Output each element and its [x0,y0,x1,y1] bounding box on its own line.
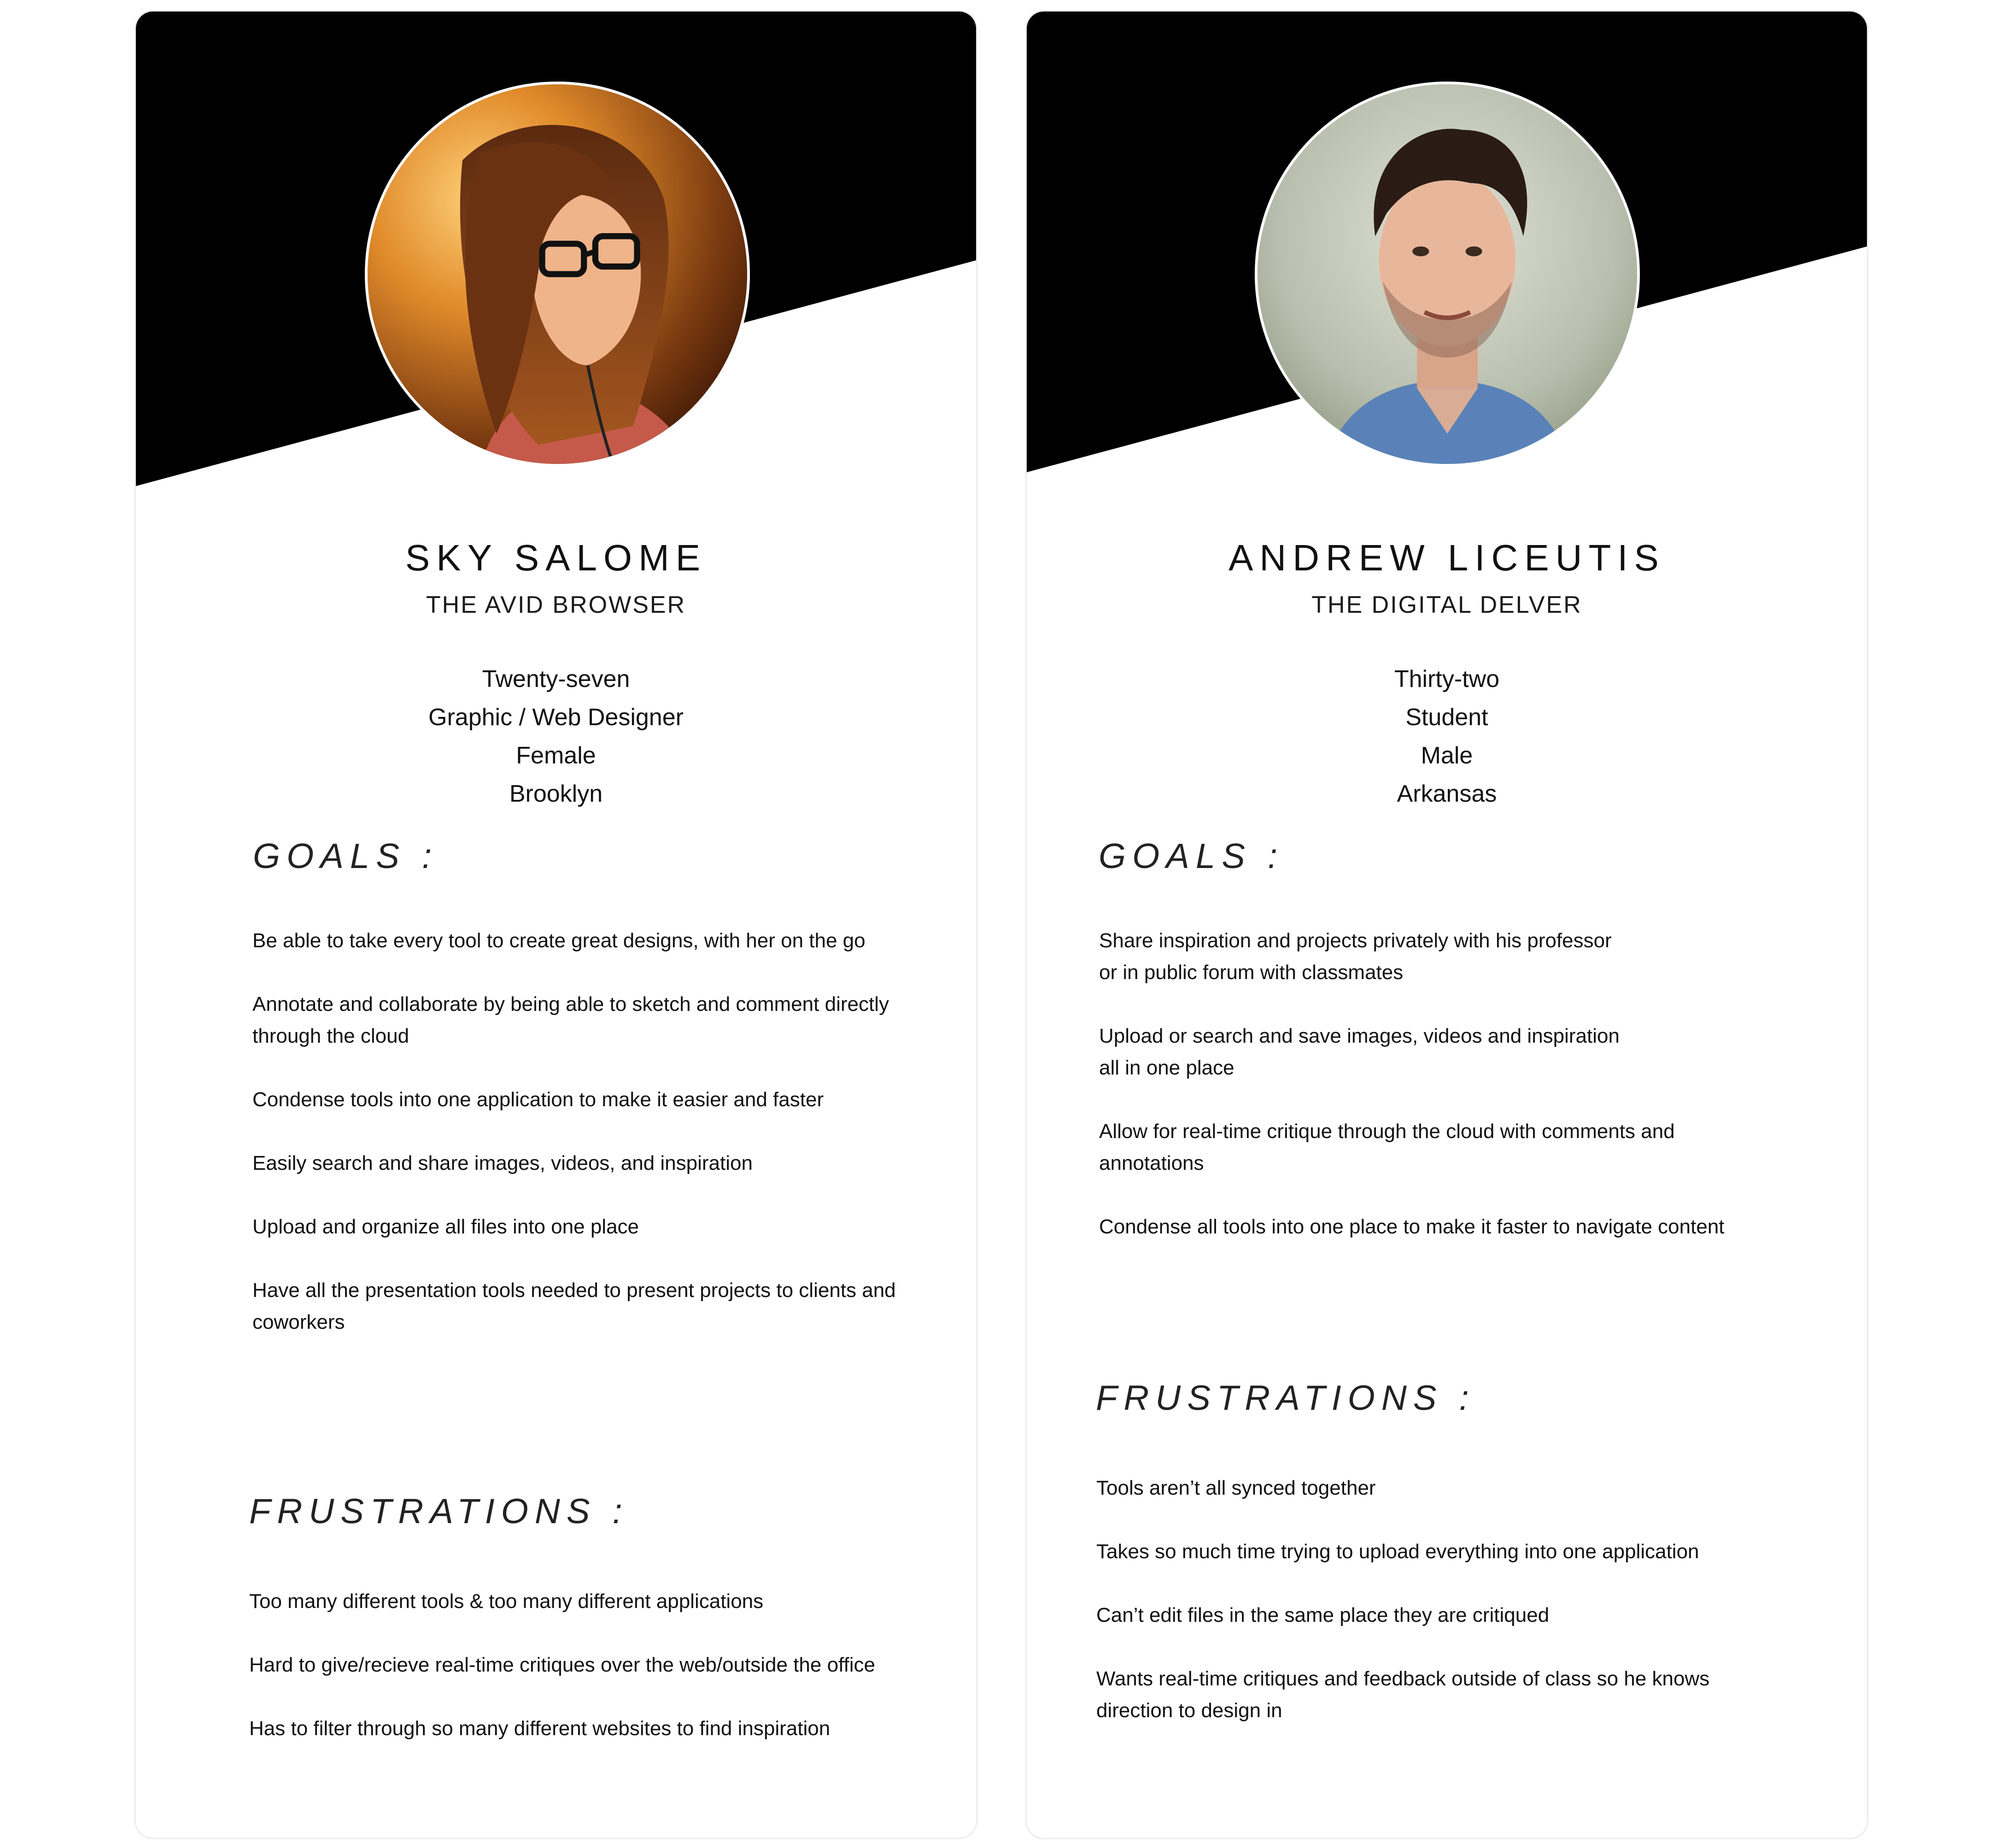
persona-occupation: Graphic / Web Designer [428,704,684,731]
avatar-photo-andrew-liceutis [1255,82,1640,467]
list-item: Upload or search and save images, videos… [1099,1025,1620,1079]
list-item: Has to filter through so many different … [249,1717,831,1740]
persona-name: ANDREW LICEUTIS [1228,537,1665,578]
persona-gender: Male [1421,742,1473,769]
persona-card-sky-salome: SKY SALOME THE AVID BROWSER Twenty-seven… [135,10,977,1839]
list-item: Allow for real-time critique through the… [1099,1120,1675,1174]
persona-name: SKY SALOME [405,537,707,578]
list-item: Be able to take every tool to create gre… [252,929,866,952]
list-item: Share inspiration and projects privately… [1099,929,1612,984]
list-item: Takes so much time trying to upload ever… [1096,1540,1699,1563]
list-item: Upload and organize all files into one p… [252,1215,639,1238]
list-item: Wants real-time critiques and feedback o… [1096,1667,1710,1722]
persona-page: SKY SALOME THE AVID BROWSER Twenty-seven… [0,0,1989,1848]
persona-demographics: Thirty-two Student Male Arkansas [1027,660,1867,813]
goals-list: Share inspiration and projects privately… [1099,925,1836,1274]
frustrations-heading: FRUSTRATIONS : [1096,1379,1475,1418]
goals-list: Be able to take every tool to create gre… [252,925,953,1370]
persona-demographics: Twenty-seven Graphic / Web Designer Fema… [136,660,976,813]
avatar-photo-sky-salome [365,82,750,467]
man-portrait-photo-icon [1258,84,1637,464]
list-item: Tools aren’t all synced together [1096,1477,1376,1499]
persona-location: Brooklyn [509,780,603,807]
frustrations-list: Tools aren’t all synced together Takes s… [1096,1472,1833,1758]
persona-age: Twenty-seven [482,666,630,692]
frustrations-list: Too many different tools & too many diff… [249,1585,949,1776]
list-item: Condense tools into one application to m… [252,1088,824,1111]
list-item: Have all the presentation tools needed t… [252,1279,896,1333]
goals-heading: GOALS : [1099,837,1284,876]
goals-heading: GOALS : [253,837,439,876]
list-item: Too many different tools & too many diff… [249,1590,764,1613]
persona-role: THE AVID BROWSER [426,592,686,618]
persona-occupation: Student [1405,704,1488,731]
list-item: Annotate and collaborate by being able t… [252,993,889,1047]
list-item: Hard to give/recieve real-time critiques… [249,1654,875,1676]
list-item: Easily search and share images, videos, … [252,1152,753,1174]
woman-with-glasses-photo-icon [368,84,747,464]
persona-card-andrew-liceutis: ANDREW LICEUTIS THE DIGITAL DELVER Thirt… [1025,10,1868,1839]
persona-gender: Female [516,742,596,769]
list-item: Can’t edit files in the same place they … [1096,1604,1550,1626]
frustrations-heading: FRUSTRATIONS : [249,1492,629,1531]
list-item: Condense all tools into one place to mak… [1099,1215,1725,1238]
persona-role: THE DIGITAL DELVER [1311,592,1582,618]
persona-age: Thirty-two [1394,666,1500,692]
persona-location: Arkansas [1397,780,1497,807]
